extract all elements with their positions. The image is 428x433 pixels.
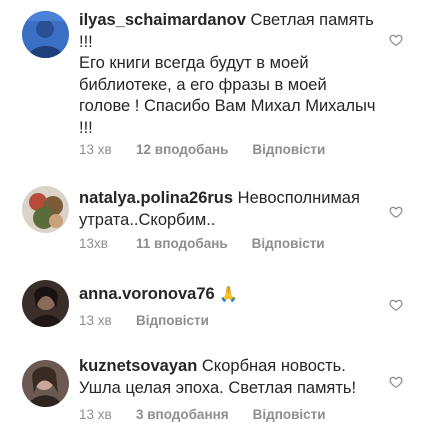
comment-meta: 13 хв 3 вподобання Відповісти — [79, 407, 326, 422]
comment-likes[interactable]: 12 вподобань — [136, 142, 228, 157]
heart-icon[interactable] — [389, 205, 403, 219]
comment-item: anna.voronova76 🙏 13 хв Відповісти — [0, 270, 428, 346]
heart-icon[interactable] — [389, 375, 403, 389]
heart-icon[interactable] — [389, 298, 403, 312]
reply-button[interactable]: Відповісти — [136, 313, 209, 328]
comment-likes[interactable]: 3 вподобання — [136, 407, 229, 422]
comment-username[interactable]: ilyas_schaimardanov — [79, 11, 246, 29]
reply-button[interactable]: Відповісти — [253, 407, 326, 422]
heart-icon[interactable] — [389, 33, 403, 47]
comment-item: ilyas_schaimardanov Светлая память !!! Е… — [0, 0, 428, 175]
avatar-image — [22, 360, 69, 407]
comment-meta: 13 хв 12 вподобань Відповісти — [79, 142, 325, 157]
comment-text-block: anna.voronova76 🙏 — [79, 284, 379, 306]
comment-text-block: kuznetsovayan Скорбная новость. Ушла цел… — [79, 356, 384, 399]
reply-button[interactable]: Відповісти — [252, 236, 325, 251]
comment-text-block: natalya.polina26rus Невосполнимая утрата… — [79, 188, 379, 231]
avatar[interactable] — [22, 186, 69, 233]
avatar-image — [22, 280, 69, 327]
avatar-image — [22, 186, 69, 233]
comment-item: kuznetsovayan Скорбная новость. Ушла цел… — [0, 346, 428, 433]
comment-username[interactable]: anna.voronova76 — [79, 285, 215, 303]
avatar[interactable] — [22, 280, 69, 327]
comment-body: Светлая память !!! Его книги всегда буду… — [79, 11, 376, 137]
comment-time: 13хв — [79, 236, 108, 251]
comment-time: 13 хв — [79, 142, 112, 157]
comment-text-block: ilyas_schaimardanov Светлая память !!! Е… — [79, 10, 379, 139]
comment-username[interactable]: kuznetsovayan — [79, 357, 197, 375]
comment-meta: 13хв 11 вподобань Відповісти — [79, 236, 325, 251]
comment-likes[interactable]: 11 вподобань — [136, 236, 228, 251]
comment-username[interactable]: natalya.polina26rus — [79, 189, 233, 207]
praying-hands-emoji: 🙏 — [219, 286, 238, 303]
avatar[interactable] — [22, 11, 69, 58]
comment-time: 13 хв — [79, 407, 112, 422]
comment-time: 13 хв — [79, 313, 112, 328]
avatar-image — [22, 11, 69, 58]
comment-meta: 13 хв Відповісти — [79, 313, 209, 328]
avatar[interactable] — [22, 360, 69, 407]
reply-button[interactable]: Відповісти — [252, 142, 325, 157]
comment-item: natalya.polina26rus Невосполнимая утрата… — [0, 175, 428, 270]
